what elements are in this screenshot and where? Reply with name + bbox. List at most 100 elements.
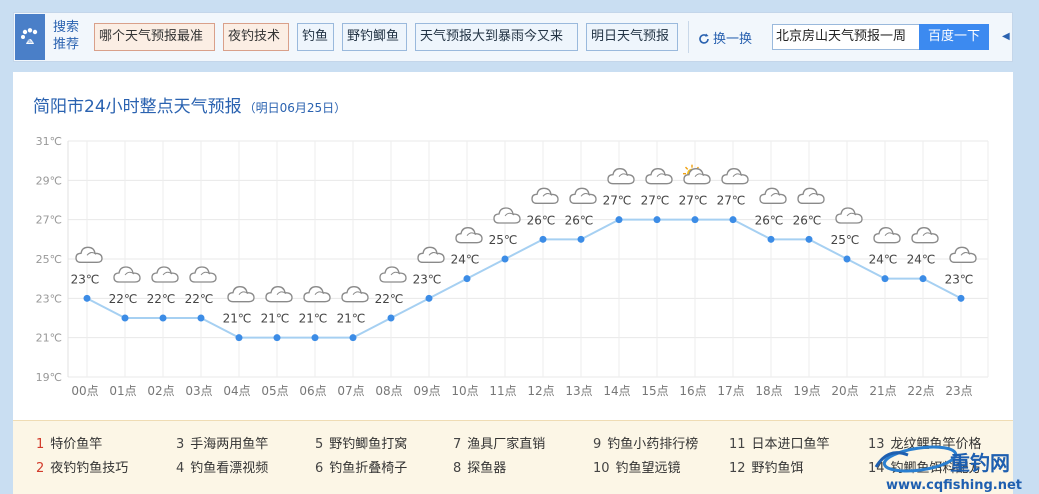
cloud-icon: [379, 266, 407, 283]
cloud-icon: [835, 207, 863, 224]
baidu-paw-icon: du: [15, 14, 45, 60]
cloud-icon: [265, 286, 293, 303]
temperature-label: 22℃: [109, 292, 138, 306]
cloud-icon: [949, 246, 977, 263]
link-text: 探鱼器: [467, 461, 507, 476]
temperature-label: 27℃: [679, 194, 708, 208]
temperature-point: [577, 235, 585, 243]
temperature-point: [539, 235, 547, 243]
x-tick-label: 23点: [945, 384, 972, 398]
x-tick-label: 02点: [147, 384, 174, 398]
x-tick-label: 14点: [603, 384, 630, 398]
collapse-arrow-icon[interactable]: ◀: [1002, 31, 1010, 42]
temperature-label: 21℃: [299, 312, 328, 326]
temperature-label: 27℃: [717, 194, 746, 208]
link-rank: 5: [315, 437, 324, 452]
temperature-label: 24℃: [907, 253, 936, 267]
temperature-point: [463, 275, 471, 283]
related-link[interactable]: 2 夜钓钓鱼技巧: [36, 457, 128, 476]
x-tick-label: 13点: [565, 384, 592, 398]
search-button[interactable]: 百度一下: [919, 24, 989, 50]
cloud-icon: [531, 187, 559, 204]
temperature-label: 21℃: [337, 312, 366, 326]
temperature-point: [387, 314, 395, 322]
temperature-label: 22℃: [185, 292, 214, 306]
related-link[interactable]: 1 特价鱼竿: [36, 433, 102, 452]
x-tick-label: 15点: [641, 384, 668, 398]
cloud-icon: [911, 227, 939, 244]
temperature-label: 24℃: [451, 253, 480, 267]
search-input[interactable]: 北京房山天气预报一周: [772, 24, 920, 50]
search-recommend-label: 搜索推荐: [53, 20, 80, 52]
link-rank: 6: [315, 461, 324, 476]
temperature-label: 27℃: [641, 194, 670, 208]
recommend-tag[interactable]: 明日天气预报: [586, 23, 678, 51]
svg-text:du: du: [27, 39, 33, 44]
x-tick-label: 22点: [907, 384, 934, 398]
temperature-point: [83, 294, 91, 302]
cloud-icon: [721, 168, 749, 185]
related-link[interactable]: 10 钓鱼望远镜: [593, 457, 681, 476]
related-link[interactable]: 11 日本进口鱼竿: [729, 433, 830, 452]
link-text: 钓鱼看漂视频: [190, 461, 269, 476]
temperature-point: [235, 334, 243, 342]
recommend-tag[interactable]: 钓鱼: [297, 23, 334, 51]
temperature-point: [159, 314, 167, 322]
y-tick-label: 19℃: [36, 371, 62, 384]
temperature-label: 21℃: [261, 312, 290, 326]
temperature-point: [691, 216, 699, 224]
temperature-point: [615, 216, 623, 224]
temperature-label: 21℃: [223, 312, 252, 326]
search-recommend-bar: du 搜索推荐 哪个天气预报最准 夜钓技术 钓鱼 野钓鲫鱼 天气预报大到暴雨今又来 明日天…: [13, 12, 1013, 62]
refresh-button[interactable]: 换一换: [698, 28, 752, 47]
temperature-point: [121, 314, 129, 322]
temperature-point: [919, 275, 927, 283]
link-text: 钓鱼折叠椅子: [329, 461, 408, 476]
y-tick-label: 21℃: [36, 332, 62, 345]
temperature-point: [273, 334, 281, 342]
temperature-point: [767, 235, 775, 243]
link-rank: 1: [36, 437, 45, 452]
related-link[interactable]: 7 渔具厂家直销: [453, 433, 545, 452]
related-link[interactable]: 8 探鱼器: [453, 457, 506, 476]
y-tick-label: 25℃: [36, 253, 62, 266]
related-link[interactable]: 3 手海两用鱼竿: [176, 433, 268, 452]
related-link[interactable]: 9 钓鱼小药排行榜: [593, 433, 698, 452]
x-tick-label: 06点: [299, 384, 326, 398]
temperature-label: 26℃: [565, 213, 594, 227]
related-link[interactable]: 6 钓鱼折叠椅子: [315, 457, 407, 476]
x-tick-label: 03点: [185, 384, 212, 398]
recommend-tag[interactable]: 夜钓技术: [223, 23, 289, 51]
recommend-tag[interactable]: 哪个天气预报最准: [94, 23, 215, 51]
cloud-icon: [797, 187, 825, 204]
cloud-icon: [341, 286, 369, 303]
x-tick-label: 11点: [489, 384, 516, 398]
link-text: 手海两用鱼竿: [190, 437, 269, 452]
cloud-icon: [607, 168, 635, 185]
related-link[interactable]: 12 野钓鱼饵: [729, 457, 804, 476]
recommend-tag[interactable]: 天气预报大到暴雨今又来: [415, 23, 578, 51]
cloud-icon: [151, 266, 179, 283]
cloud-icon: [759, 187, 787, 204]
x-tick-label: 21点: [869, 384, 896, 398]
cloud-icon: [75, 246, 103, 263]
x-tick-label: 20点: [831, 384, 858, 398]
link-text: 日本进口鱼竿: [751, 437, 830, 452]
x-tick-label: 09点: [413, 384, 440, 398]
y-tick-label: 31℃: [36, 135, 62, 148]
temperature-label: 26℃: [755, 213, 784, 227]
x-tick-label: 10点: [451, 384, 478, 398]
x-tick-label: 17点: [717, 384, 744, 398]
link-rank: 11: [729, 437, 746, 452]
temperature-label: 26℃: [527, 213, 556, 227]
x-tick-label: 01点: [109, 384, 136, 398]
recommend-tag[interactable]: 野钓鲫鱼: [342, 23, 407, 51]
divider: [688, 21, 689, 53]
link-rank: 12: [729, 461, 746, 476]
link-rank: 3: [176, 437, 185, 452]
temperature-point: [197, 314, 205, 322]
cloud-icon: [493, 207, 521, 224]
related-link[interactable]: 5 野钓鲫鱼打窝: [315, 433, 407, 452]
x-tick-label: 05点: [261, 384, 288, 398]
related-link[interactable]: 4 钓鱼看漂视频: [176, 457, 268, 476]
